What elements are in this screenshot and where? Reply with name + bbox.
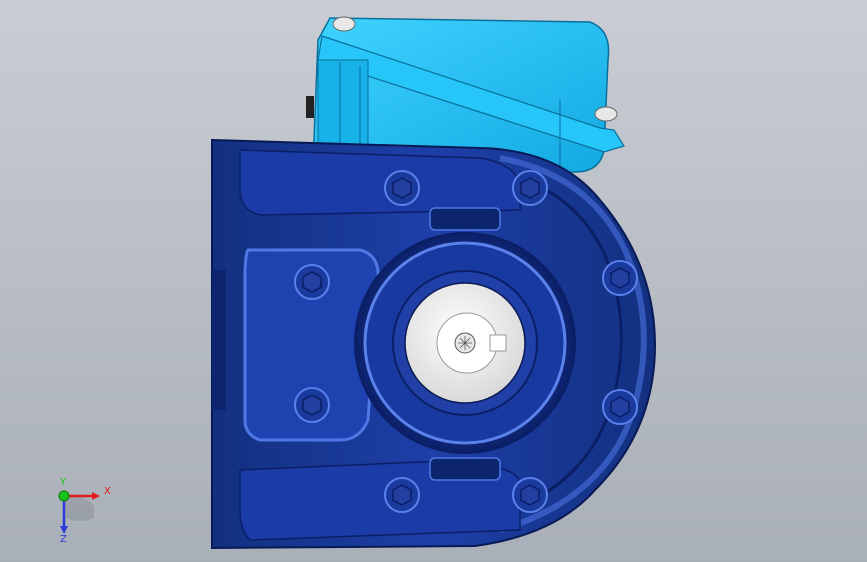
hex-bolt-icon xyxy=(384,477,420,513)
hex-bolt-icon xyxy=(294,264,330,300)
pump-head[interactable] xyxy=(354,232,576,454)
y-axis-label: Y xyxy=(60,477,67,488)
hex-bolt-icon xyxy=(602,389,638,425)
graphics-viewport[interactable]: X Y Z xyxy=(0,0,867,562)
cad-model[interactable] xyxy=(0,0,867,562)
hex-bolt-icon xyxy=(384,170,420,206)
hex-bolt-icon xyxy=(512,477,548,513)
coordinate-triad: X Y Z xyxy=(40,478,120,548)
x-axis-label: X xyxy=(104,486,111,497)
hex-bolt-icon xyxy=(294,387,330,423)
hex-bolt-icon xyxy=(512,170,548,206)
hex-bolt-icon xyxy=(602,260,638,296)
z-axis-label: Z xyxy=(60,534,67,545)
